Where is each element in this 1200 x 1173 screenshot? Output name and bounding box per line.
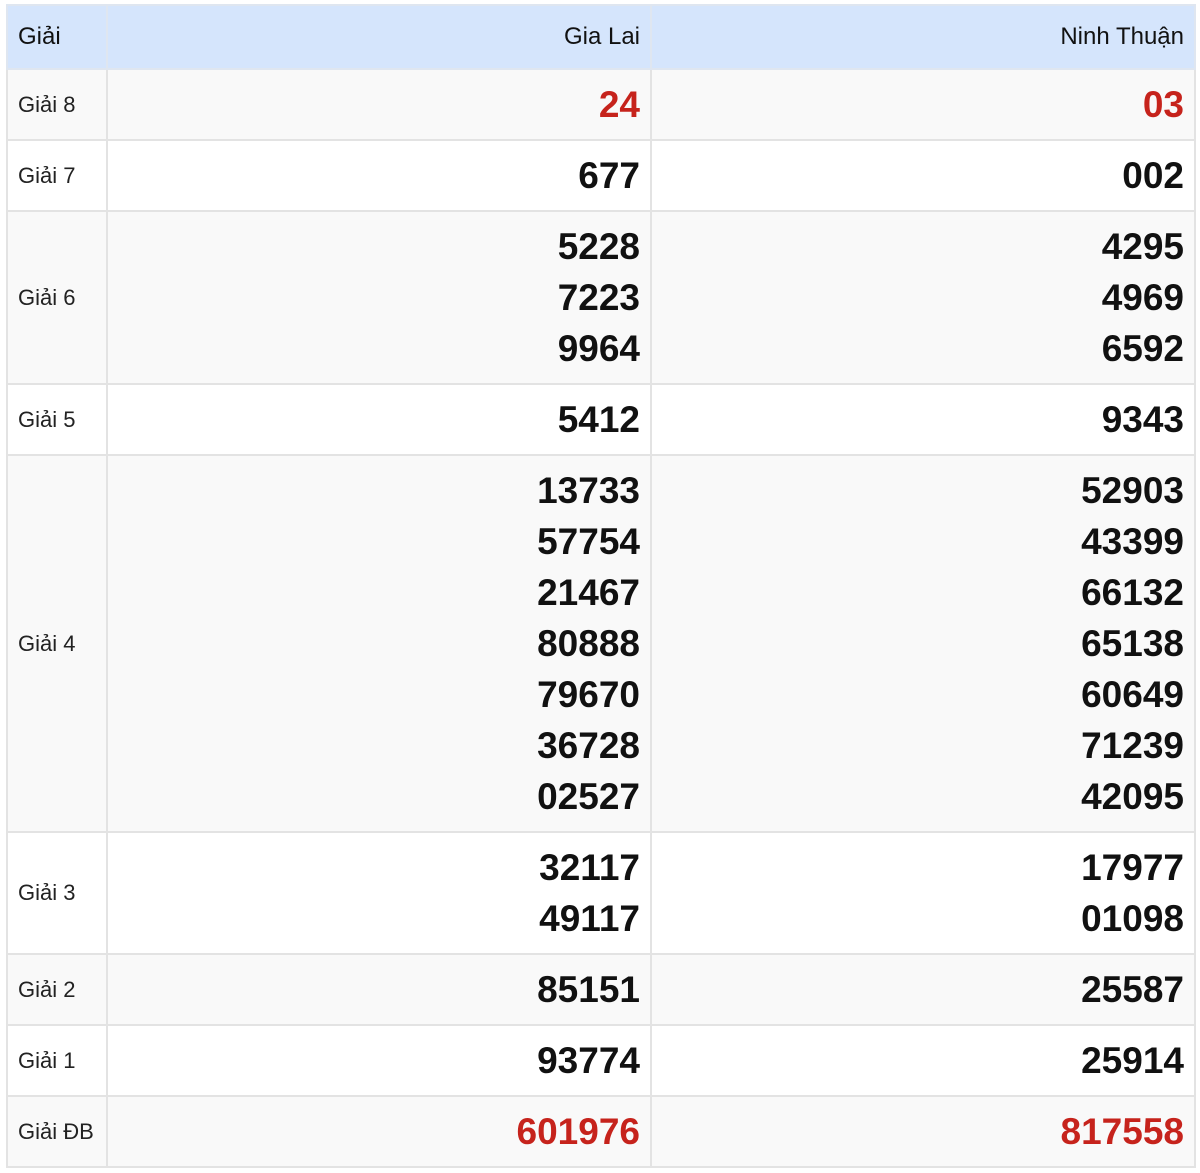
- prize-row: Giải 5 5412 9343: [6, 383, 1196, 456]
- prize-row: Giải 2 85151 25587: [6, 953, 1196, 1026]
- prize-label: Giải 3: [6, 831, 108, 955]
- prize-label: Giải 5: [6, 383, 108, 456]
- result-number: 677: [578, 155, 640, 196]
- result-number: 79670: [537, 674, 640, 715]
- table-header-row: Giải Gia Lai Ninh Thuận: [6, 4, 1196, 70]
- result-number: 25914: [1081, 1040, 1184, 1081]
- result-number: 52903: [1081, 470, 1184, 511]
- prize-label: Giải 1: [6, 1024, 108, 1097]
- lottery-results-table: Giải Gia Lai Ninh Thuận Giải 8 24 03 Giải 7…: [6, 4, 1196, 1168]
- result-number: 80888: [537, 623, 640, 664]
- result-number: 71239: [1081, 725, 1184, 766]
- result-cell-gia-lai: 677: [106, 139, 652, 212]
- result-number: 17977: [1081, 847, 1184, 888]
- header-province-gia-lai: Gia Lai: [106, 4, 652, 70]
- result-number: 4969: [1101, 277, 1184, 318]
- result-number: 817558: [1060, 1111, 1184, 1152]
- header-province-ninh-thuan: Ninh Thuận: [650, 4, 1196, 70]
- prize-row: Giải 8 24 03: [6, 68, 1196, 141]
- result-cell-ninh-thuan: 25914: [650, 1024, 1196, 1097]
- result-number: 002: [1122, 155, 1184, 196]
- result-number: 24: [598, 84, 640, 125]
- result-cell-gia-lai: 5228 7223 9964: [106, 210, 652, 385]
- result-cell-ninh-thuan: 03: [650, 68, 1196, 141]
- result-number: 601976: [516, 1111, 640, 1152]
- result-number: 60649: [1081, 674, 1184, 715]
- header-prize-label: Giải: [6, 4, 108, 70]
- prize-row: Giải 3 32117 49117 17977 01098: [6, 831, 1196, 955]
- prize-label: Giải 6: [6, 210, 108, 385]
- result-number: 6592: [1101, 328, 1184, 369]
- result-number: 49117: [539, 898, 640, 939]
- prize-row: Giải 1 93774 25914: [6, 1024, 1196, 1097]
- result-number: 36728: [537, 725, 640, 766]
- result-number: 5412: [557, 399, 640, 440]
- prize-row: Giải 6 5228 7223 9964 4295 4969 6592: [6, 210, 1196, 385]
- prize-label: Giải ĐB: [6, 1095, 108, 1168]
- result-cell-gia-lai: 5412: [106, 383, 652, 456]
- result-number: 65138: [1081, 623, 1184, 664]
- prize-row: Giải 7 677 002: [6, 139, 1196, 212]
- result-number: 01098: [1081, 898, 1184, 939]
- result-number: 43399: [1081, 521, 1184, 562]
- result-number: 7223: [557, 277, 640, 318]
- result-number: 03: [1142, 84, 1184, 125]
- result-cell-ninh-thuan: 52903 43399 66132 65138 60649 71239 42095: [650, 454, 1196, 833]
- result-number: 9964: [557, 328, 640, 369]
- result-number: 02527: [537, 776, 640, 817]
- result-cell-ninh-thuan: 9343: [650, 383, 1196, 456]
- result-number: 93774: [537, 1040, 640, 1081]
- result-cell-ninh-thuan: 25587: [650, 953, 1196, 1026]
- result-number: 4295: [1101, 226, 1184, 267]
- result-number: 42095: [1081, 776, 1184, 817]
- prize-label: Giải 2: [6, 953, 108, 1026]
- result-cell-gia-lai: 85151: [106, 953, 652, 1026]
- results-body: Giải 8 24 03 Giải 7 677 002 Giải 6 5228 7223 9964…: [6, 68, 1196, 1168]
- prize-label: Giải 4: [6, 454, 108, 833]
- result-number: 57754: [537, 521, 640, 562]
- result-cell-ninh-thuan: 17977 01098: [650, 831, 1196, 955]
- result-cell-gia-lai: 93774: [106, 1024, 652, 1097]
- prize-label: Giải 8: [6, 68, 108, 141]
- result-cell-ninh-thuan: 817558: [650, 1095, 1196, 1168]
- result-number: 32117: [539, 847, 640, 888]
- result-number: 25587: [1081, 969, 1184, 1010]
- result-number: 13733: [537, 470, 640, 511]
- result-number: 85151: [537, 969, 640, 1010]
- result-cell-ninh-thuan: 4295 4969 6592: [650, 210, 1196, 385]
- prize-label: Giải 7: [6, 139, 108, 212]
- result-number: 21467: [537, 572, 640, 613]
- result-cell-gia-lai: 32117 49117: [106, 831, 652, 955]
- result-number: 5228: [557, 226, 640, 267]
- result-cell-gia-lai: 13733 57754 21467 80888 79670 36728 02527: [106, 454, 652, 833]
- result-number: 9343: [1101, 399, 1184, 440]
- result-cell-gia-lai: 601976: [106, 1095, 652, 1168]
- prize-row: Giải ĐB 601976 817558: [6, 1095, 1196, 1168]
- prize-row: Giải 4 13733 57754 21467 80888 79670 36728 0252…: [6, 454, 1196, 833]
- result-cell-ninh-thuan: 002: [650, 139, 1196, 212]
- result-number: 66132: [1081, 572, 1184, 613]
- result-cell-gia-lai: 24: [106, 68, 652, 141]
